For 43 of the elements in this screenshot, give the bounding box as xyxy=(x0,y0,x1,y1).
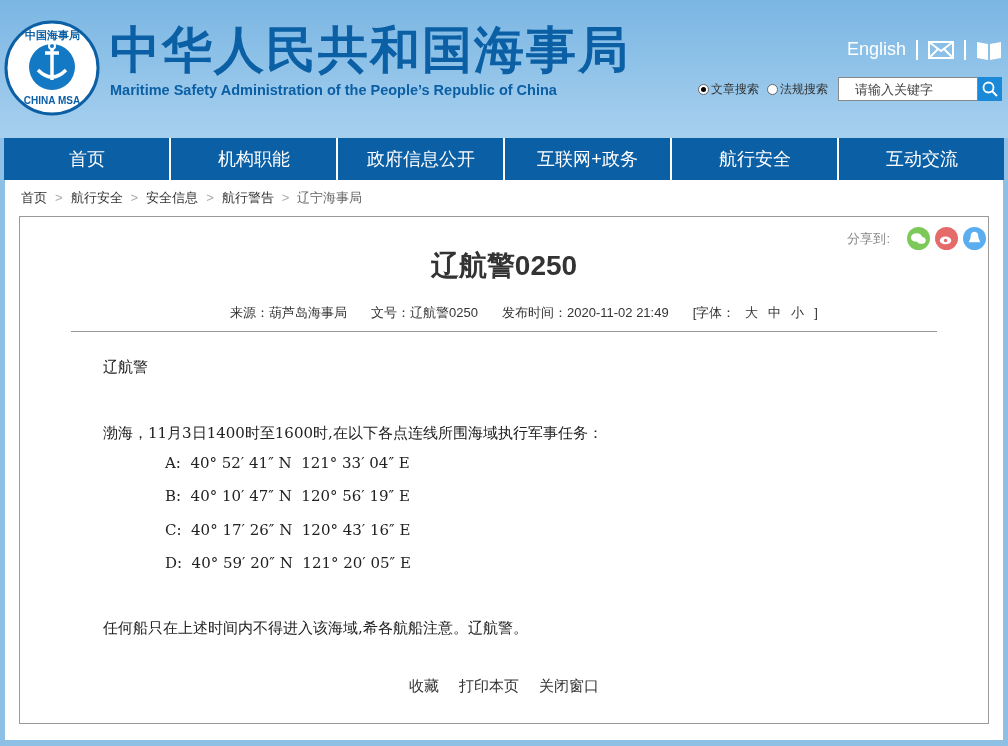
article-title: 辽航警0250 xyxy=(429,249,579,283)
bracket-text: ] xyxy=(814,304,818,322)
search-field[interactable]: 请输入关键字 xyxy=(838,77,978,101)
publish-time: 发布时间：2020-11-02 21:49 xyxy=(502,304,669,322)
search-type-option[interactable]: 法规搜索 xyxy=(767,80,828,98)
search-icon xyxy=(982,81,998,97)
logo-bottom-text: CHINA MSA xyxy=(23,95,81,106)
breadcrumb-link[interactable]: 安全信息 xyxy=(146,188,199,208)
breadcrumb-separator: > xyxy=(206,189,214,208)
breadcrumb-link[interactable]: 航行警告 xyxy=(221,188,274,208)
article-text: 渤海，11月3日1400时至1600时,在以下各点连线所围海域执行军事任务： xyxy=(103,423,604,444)
article-text: 辽航警 xyxy=(103,356,149,378)
search-type-option[interactable]: 文章搜索 xyxy=(698,80,759,98)
breadcrumb-separator: > xyxy=(281,189,290,208)
document-number: 文号：辽航警0250 xyxy=(371,304,478,322)
site-subtitle: Maritime Safety Administration of the People’s Republic of China xyxy=(110,81,558,100)
font-size-link[interactable]: 小 xyxy=(791,303,805,323)
page-action-link[interactable]: 关闭窗口 xyxy=(539,675,599,698)
coordinate-line: A: 40° 52′ 41″ N 121° 33′ 04″ E xyxy=(165,452,411,474)
article-text: 任何船只在上述时间内不得进入该海域,希各航船注意。辽航警。 xyxy=(103,617,529,639)
logo-top-text: 中国海事局 xyxy=(24,29,80,41)
site-title: 中华人民共和国海事局 xyxy=(110,21,630,80)
source-text: 来源：葫芦岛海事局 xyxy=(230,304,348,322)
coordinate-line: B: 40° 10′ 47″ N 120° 56′ 19″ E xyxy=(165,486,411,507)
page-action-link[interactable]: 收藏 xyxy=(409,675,439,698)
breadcrumb-link[interactable]: 辽宁海事局 xyxy=(297,188,363,208)
wechat-icon[interactable] xyxy=(907,227,930,250)
weibo-icon[interactable] xyxy=(935,227,958,250)
coordinate-line: C: 40° 17′ 26″ N 120° 43′ 16″ E xyxy=(165,519,412,541)
font-size-link[interactable]: 大 xyxy=(745,303,759,323)
breadcrumb-link[interactable]: 首页 xyxy=(21,188,47,208)
coordinate-line: D: 40° 59′ 20″ N 121° 20′ 05″ E xyxy=(165,553,412,574)
share-label: 分享到: xyxy=(847,229,890,248)
font-size-link[interactable]: 中 xyxy=(768,303,782,323)
breadcrumb-link[interactable]: 航行安全 xyxy=(70,188,123,208)
page-action-link[interactable]: 打印本页 xyxy=(459,675,519,698)
search-button[interactable] xyxy=(978,77,1002,101)
breadcrumb-separator: > xyxy=(130,189,139,208)
breadcrumb-separator: > xyxy=(55,189,63,208)
mail-icon[interactable] xyxy=(928,40,954,59)
qq-icon[interactable] xyxy=(963,227,986,250)
nav-item[interactable]: 首页 xyxy=(4,138,169,180)
font-size-label: [字体： xyxy=(692,304,736,322)
